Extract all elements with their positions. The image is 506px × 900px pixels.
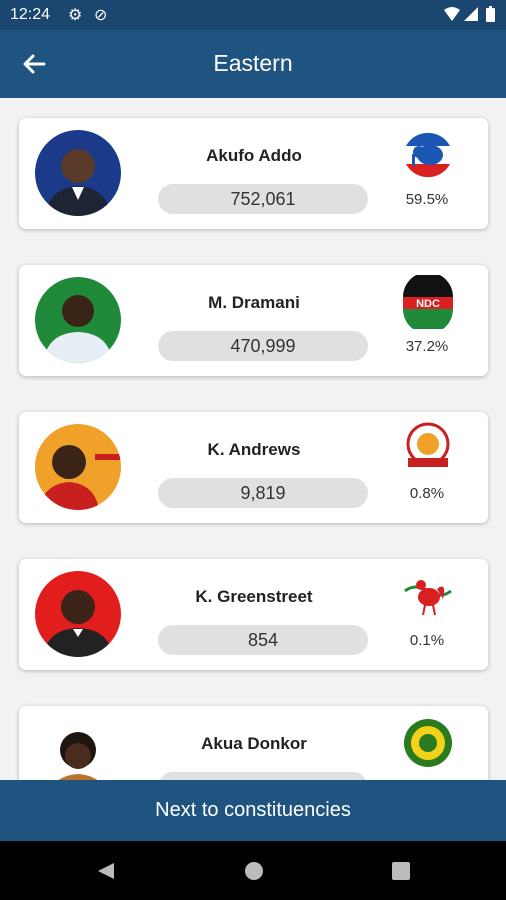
- home-circle-icon[interactable]: [244, 861, 264, 881]
- vote-percent: 37.2%: [405, 338, 449, 355]
- candidate-card[interactable]: Akufo Addo 752,061 59.5%: [19, 118, 488, 229]
- vote-count: 752,061: [158, 184, 368, 214]
- candidate-card[interactable]: Akua Donkor: [19, 706, 488, 780]
- candidate-name: K. Greenstreet: [195, 587, 313, 606]
- candidate-name: Akufo Addo: [206, 146, 302, 165]
- vote-count: 470,999: [158, 331, 368, 361]
- gear-icon: ⚙: [68, 7, 83, 24]
- app-bar: Eastern: [0, 30, 506, 98]
- candidate-avatar: [35, 718, 121, 780]
- do-not-disturb-icon: ⊘: [94, 7, 108, 24]
- back-triangle-icon[interactable]: [96, 861, 116, 881]
- candidate-name: Akua Donkor: [201, 734, 307, 753]
- next-to-constituencies-button[interactable]: Next to constituencies: [0, 780, 506, 841]
- status-bar: 12:24 ⚙ ⊘: [0, 0, 506, 30]
- vote-percent: 59.5%: [405, 191, 449, 208]
- vote-percent: 0.1%: [409, 632, 445, 649]
- gum-logo: [406, 422, 450, 467]
- ndc-logo: NDC: [403, 275, 453, 329]
- candidate-avatar: [35, 424, 121, 510]
- svg-text:NDC: NDC: [416, 298, 440, 310]
- vote-count: [158, 772, 368, 780]
- candidate-name: M. Dramani: [208, 293, 300, 312]
- npp-elephant-logo: [403, 130, 453, 180]
- status-time: 12:24: [10, 6, 51, 23]
- vote-count: 9,819: [158, 478, 368, 508]
- wifi-icon: [444, 7, 460, 21]
- candidate-avatar: [35, 571, 121, 657]
- candidate-list[interactable]: Akufo Addo 752,061 59.5% M. Dramani 470,…: [0, 98, 506, 780]
- candidate-card[interactable]: M. Dramani 470,999 NDC 37.2%: [19, 265, 488, 376]
- battery-icon: [486, 6, 495, 22]
- candidate-card[interactable]: K. Greenstreet 854 0.1%: [19, 559, 488, 670]
- candidate-name: K. Andrews: [207, 440, 301, 459]
- system-nav-bar: [0, 841, 506, 900]
- gfp-logo: [404, 719, 452, 767]
- candidate-avatar: [35, 277, 121, 363]
- cpp-cockerel-logo: [404, 572, 452, 620]
- candidate-avatar: [35, 130, 121, 216]
- page-title: Eastern: [213, 50, 293, 76]
- vote-percent: 0.8%: [409, 485, 445, 502]
- vote-count: 854: [158, 625, 368, 655]
- recents-square-icon[interactable]: [391, 861, 411, 881]
- signal-icon: [464, 7, 478, 21]
- candidate-card[interactable]: K. Andrews 9,819 0.8%: [19, 412, 488, 523]
